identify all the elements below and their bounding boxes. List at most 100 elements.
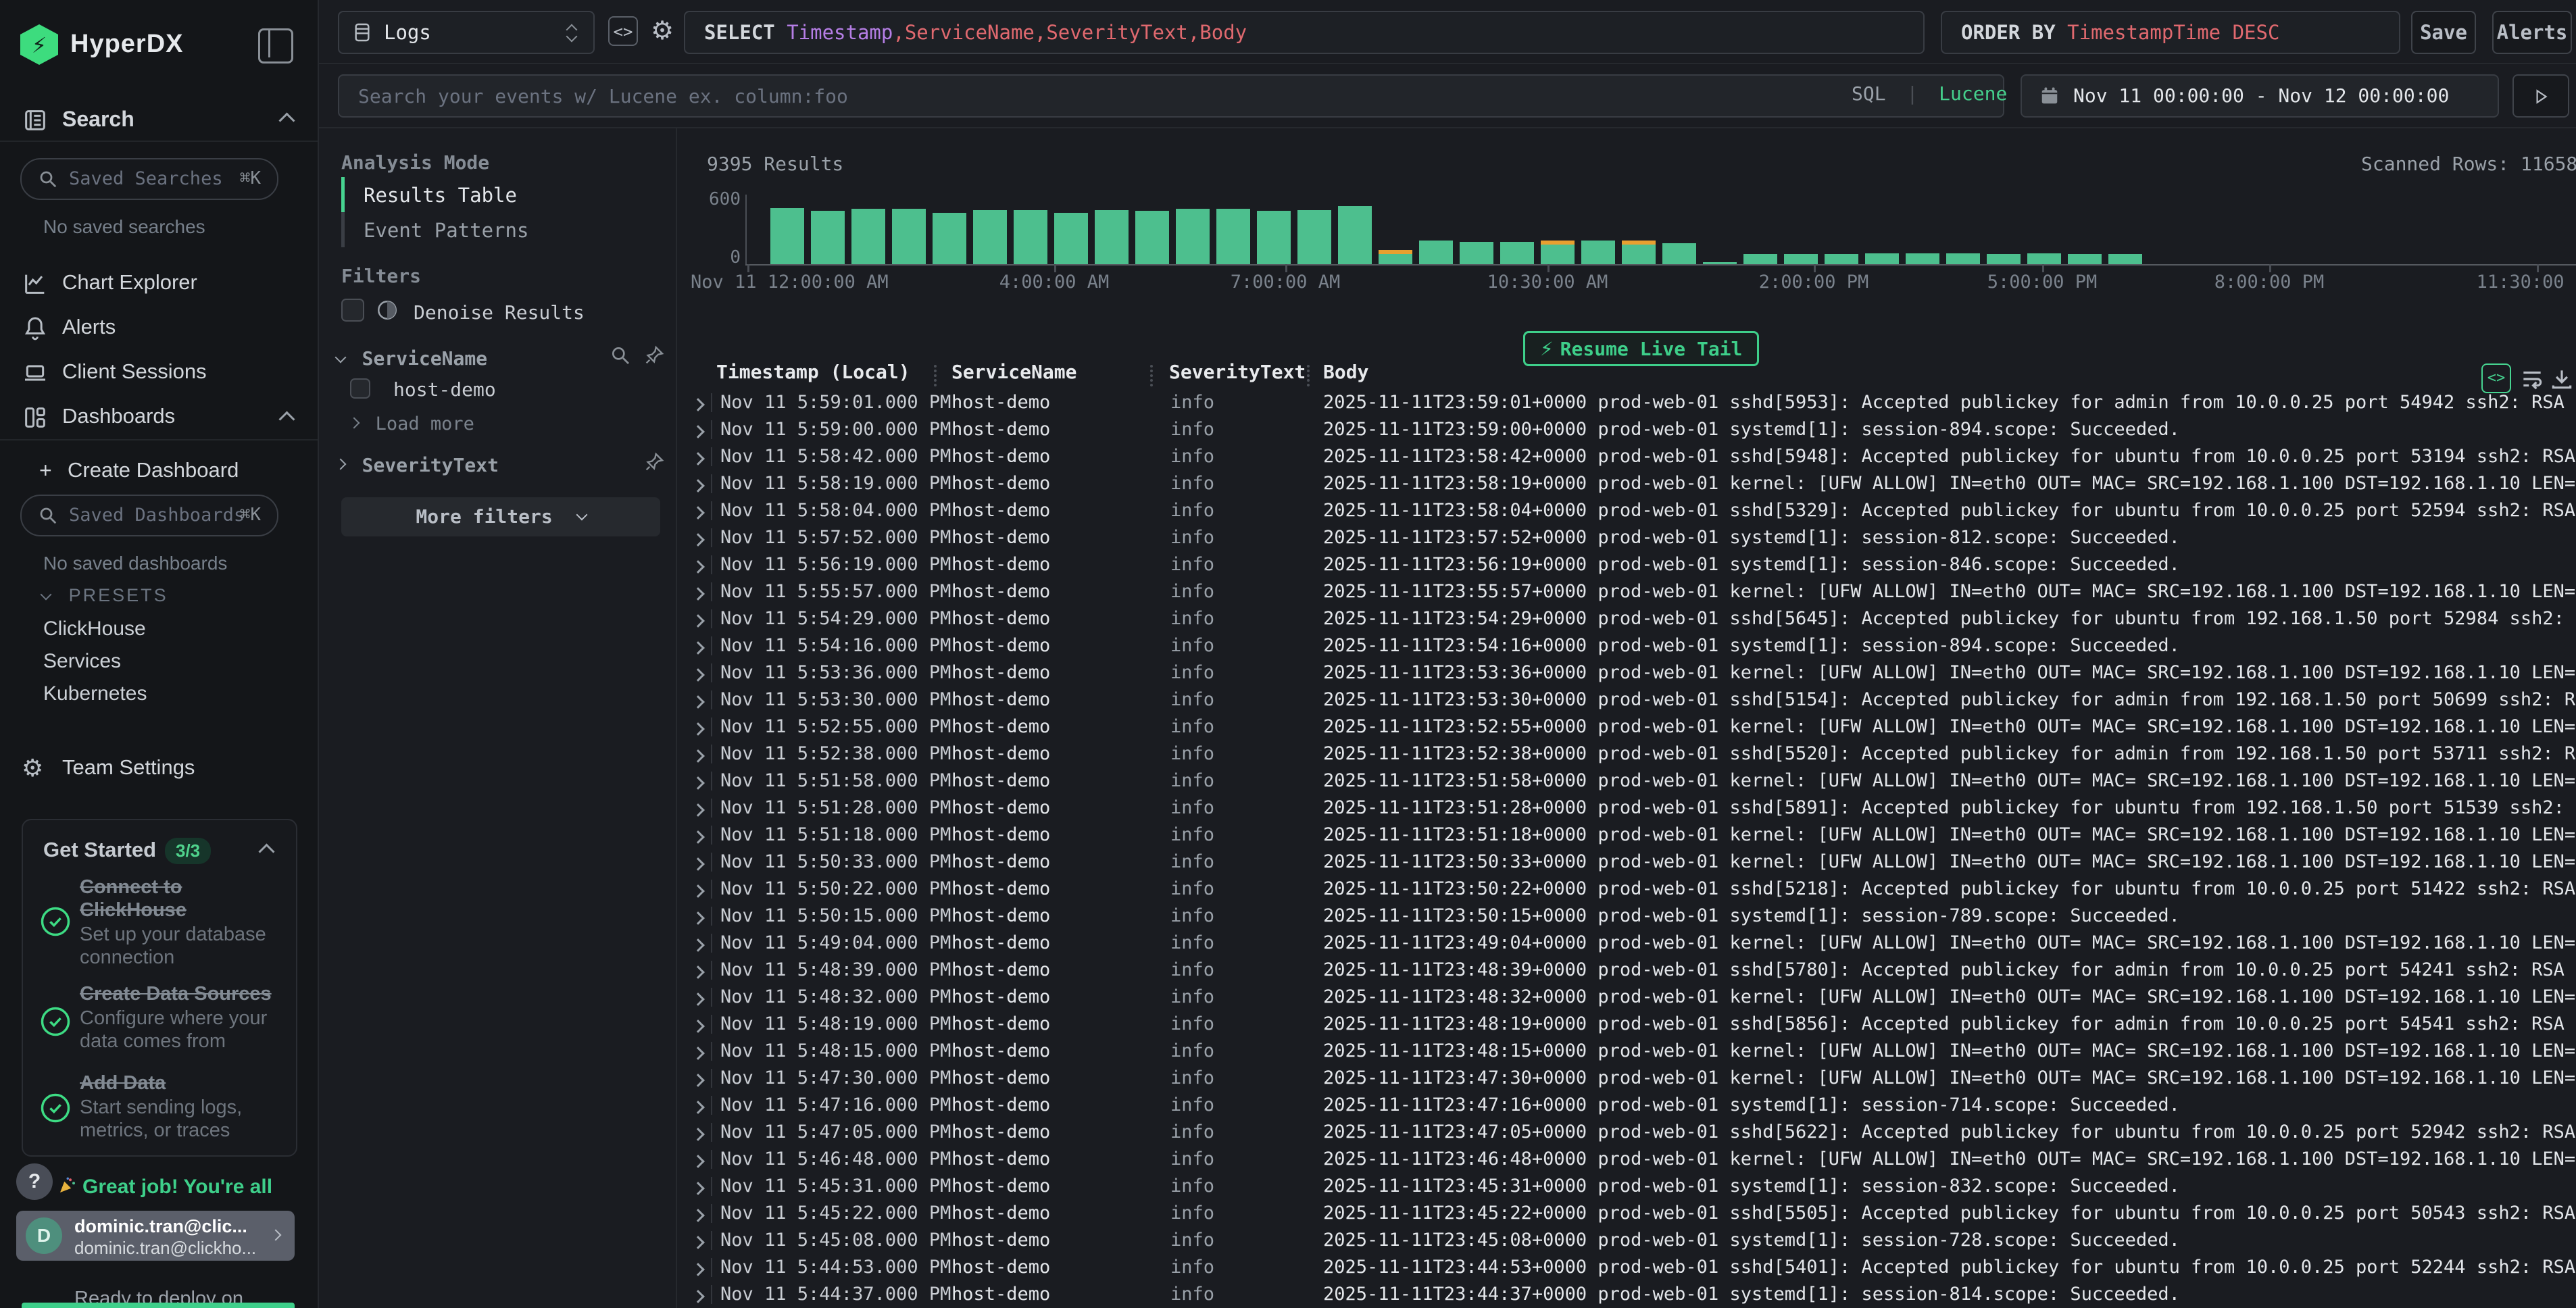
- table-row[interactable]: Nov 11 5:48:15.000 PMhost-demoinfo2025-1…: [677, 1038, 2576, 1065]
- table-row[interactable]: Nov 11 5:48:32.000 PMhost-demoinfo2025-1…: [677, 984, 2576, 1011]
- event-search-input[interactable]: [338, 74, 2004, 118]
- preset-kubernetes[interactable]: Kubernetes: [43, 682, 147, 705]
- histogram-bar: [1784, 254, 1818, 264]
- pin-icon[interactable]: [643, 345, 665, 366]
- table-row[interactable]: Nov 11 5:59:01.000 PMhost-demoinfo2025-1…: [677, 389, 2576, 416]
- table-row[interactable]: Nov 11 5:58:04.000 PMhost-demoinfo2025-1…: [677, 497, 2576, 524]
- table-row[interactable]: Nov 11 5:56:19.000 PMhost-demoinfo2025-1…: [677, 551, 2576, 578]
- presets-toggle[interactable]: PRESETS: [42, 585, 168, 606]
- sidebar-item-client-sessions[interactable]: Client Sessions: [0, 353, 318, 393]
- code-view-icon[interactable]: <>: [608, 16, 638, 46]
- orderby-input[interactable]: ORDER BY TimestampTime DESC: [1941, 11, 2400, 54]
- chevron-up-icon[interactable]: [258, 843, 274, 859]
- table-row[interactable]: Nov 11 5:51:28.000 PMhost-demoinfo2025-1…: [677, 795, 2576, 822]
- save-button[interactable]: Save: [2411, 11, 2476, 54]
- run-query-button[interactable]: [2512, 74, 2569, 118]
- resume-live-tail-button[interactable]: ⚡Resume Live Tail: [1523, 331, 1759, 366]
- table-row[interactable]: Nov 11 5:50:33.000 PMhost-demoinfo2025-1…: [677, 849, 2576, 876]
- sidebar-collapse-icon[interactable]: [258, 28, 293, 64]
- column-header-timestamp[interactable]: Timestamp (Local): [716, 361, 910, 383]
- select-query-input[interactable]: SELECT Timestamp,ServiceName,SeverityTex…: [684, 11, 1925, 54]
- more-filters-button[interactable]: More filters: [341, 497, 660, 536]
- query-language-toggle[interactable]: SQL | Lucene: [1852, 82, 2007, 105]
- table-row[interactable]: Nov 11 5:54:29.000 PMhost-demoinfo2025-1…: [677, 605, 2576, 632]
- row-expand-chevron-icon: [693, 1066, 703, 1093]
- denoise-checkbox[interactable]: [341, 299, 364, 322]
- host-demo-label[interactable]: host-demo: [393, 378, 496, 401]
- severitytext-group-toggle[interactable]: SeverityText: [337, 454, 499, 476]
- pin-icon[interactable]: [643, 451, 665, 473]
- table-row[interactable]: Nov 11 5:53:36.000 PMhost-demoinfo2025-1…: [677, 659, 2576, 686]
- table-row[interactable]: Nov 11 5:51:58.000 PMhost-demoinfo2025-1…: [677, 768, 2576, 795]
- histogram-bar: [770, 208, 804, 264]
- histogram-bar: [1865, 253, 1899, 264]
- user-menu[interactable]: D dominic.tran@clic... dominic.tran@clic…: [16, 1211, 295, 1261]
- deploy-button-edge[interactable]: [22, 1303, 295, 1308]
- table-row[interactable]: Nov 11 5:49:04.000 PMhost-demoinfo2025-1…: [677, 930, 2576, 957]
- settings-gear-icon[interactable]: ⚙: [647, 15, 677, 45]
- table-row[interactable]: Nov 11 5:50:15.000 PMhost-demoinfo2025-1…: [677, 903, 2576, 930]
- saved-dashboards-input[interactable]: Saved Dashboards ⌘K: [20, 495, 278, 536]
- table-row[interactable]: Nov 11 5:58:42.000 PMhost-demoinfo2025-1…: [677, 443, 2576, 470]
- table-row[interactable]: Nov 11 5:46:48.000 PMhost-demoinfo2025-1…: [677, 1146, 2576, 1173]
- table-row[interactable]: Nov 11 5:57:52.000 PMhost-demoinfo2025-1…: [677, 524, 2576, 551]
- table-row[interactable]: Nov 11 5:44:53.000 PMhost-demoinfo2025-1…: [677, 1254, 2576, 1281]
- table-row[interactable]: Nov 11 5:51:18.000 PMhost-demoinfo2025-1…: [677, 822, 2576, 849]
- servicename-group-toggle[interactable]: ServiceName: [337, 347, 487, 370]
- cell-timestamp: Nov 11 5:51:58.000 PM: [720, 768, 951, 795]
- table-row[interactable]: Nov 11 5:47:16.000 PMhost-demoinfo2025-1…: [677, 1092, 2576, 1119]
- table-row[interactable]: Nov 11 5:53:30.000 PMhost-demoinfo2025-1…: [677, 686, 2576, 713]
- load-more-button[interactable]: Load more: [350, 413, 474, 434]
- create-dashboard-button[interactable]: + Create Dashboard: [0, 451, 318, 492]
- get-started-step-title[interactable]: Create Data Sources: [80, 982, 276, 1005]
- get-started-step-title[interactable]: Add Data: [80, 1072, 276, 1095]
- preset-clickhouse[interactable]: ClickHouse: [43, 618, 146, 640]
- lucene-mode-option[interactable]: Lucene: [1939, 82, 2007, 105]
- table-row[interactable]: Nov 11 5:58:19.000 PMhost-demoinfo2025-1…: [677, 470, 2576, 497]
- sidebar-item-dashboards[interactable]: Dashboards: [0, 397, 318, 438]
- table-row[interactable]: Nov 11 5:45:08.000 PMhost-demoinfo2025-1…: [677, 1227, 2576, 1254]
- alerts-button[interactable]: Alerts: [2492, 11, 2572, 54]
- table-row[interactable]: Nov 11 5:55:57.000 PMhost-demoinfo2025-1…: [677, 578, 2576, 605]
- source-select[interactable]: Logs: [338, 11, 595, 54]
- column-header-servicename[interactable]: ServiceName: [951, 361, 1076, 383]
- wrap-lines-icon[interactable]: [2519, 366, 2545, 392]
- mode-results-table[interactable]: Results Table: [364, 184, 517, 207]
- table-row[interactable]: Nov 11 5:47:05.000 PMhost-demoinfo2025-1…: [677, 1119, 2576, 1146]
- table-row[interactable]: Nov 11 5:52:38.000 PMhost-demoinfo2025-1…: [677, 740, 2576, 768]
- help-button[interactable]: ?: [16, 1163, 53, 1200]
- column-header-severitytext[interactable]: SeverityText: [1169, 361, 1306, 383]
- column-header-body[interactable]: Body: [1323, 361, 1368, 383]
- table-row[interactable]: Nov 11 5:48:19.000 PMhost-demoinfo2025-1…: [677, 1011, 2576, 1038]
- host-demo-checkbox[interactable]: [350, 378, 370, 399]
- mode-event-patterns[interactable]: Event Patterns: [364, 219, 528, 242]
- table-row[interactable]: Nov 11 5:45:22.000 PMhost-demoinfo2025-1…: [677, 1200, 2576, 1227]
- cell-body: 2025-11-11T23:47:16+0000 prod-web-01 sys…: [1323, 1092, 2180, 1119]
- sidebar-item-chart-explorer[interactable]: Chart Explorer: [0, 263, 318, 304]
- table-row[interactable]: Nov 11 5:48:39.000 PMhost-demoinfo2025-1…: [677, 957, 2576, 984]
- column-resize-handle[interactable]: [1150, 365, 1153, 386]
- sidebar-item-team-settings[interactable]: ⚙ Team Settings: [0, 749, 318, 789]
- table-row[interactable]: Nov 11 5:54:16.000 PMhost-demoinfo2025-1…: [677, 632, 2576, 659]
- column-resize-handle[interactable]: [1307, 365, 1310, 386]
- denoise-label[interactable]: Denoise Results: [414, 301, 585, 324]
- warning-cap: [1622, 241, 1656, 245]
- table-row[interactable]: Nov 11 5:59:00.000 PMhost-demoinfo2025-1…: [677, 416, 2576, 443]
- table-row[interactable]: Nov 11 5:52:55.000 PMhost-demoinfo2025-1…: [677, 713, 2576, 740]
- date-range-picker[interactable]: Nov 11 00:00:00 - Nov 12 00:00:00: [2021, 74, 2499, 118]
- sql-mode-option[interactable]: SQL: [1852, 82, 1886, 105]
- download-icon[interactable]: [2549, 366, 2575, 392]
- table-row[interactable]: Nov 11 5:44:37.000 PMhost-demoinfo2025-1…: [677, 1281, 2576, 1308]
- get-started-step-title[interactable]: Connect to ClickHouse: [80, 876, 276, 922]
- table-row[interactable]: Nov 11 5:47:30.000 PMhost-demoinfo2025-1…: [677, 1065, 2576, 1092]
- sidebar-item-search[interactable]: Search: [0, 100, 318, 141]
- cell-body: 2025-11-11T23:48:19+0000 prod-web-01 ssh…: [1323, 1011, 2576, 1038]
- table-row[interactable]: Nov 11 5:45:31.000 PMhost-demoinfo2025-1…: [677, 1173, 2576, 1200]
- saved-searches-input[interactable]: Saved Searches ⌘K: [20, 158, 278, 200]
- preset-services[interactable]: Services: [43, 650, 121, 673]
- filter-search-icon[interactable]: [610, 345, 631, 366]
- sidebar-item-alerts[interactable]: Alerts: [0, 308, 318, 349]
- column-resize-handle[interactable]: [934, 365, 937, 386]
- cell-timestamp: Nov 11 5:45:31.000 PM: [720, 1173, 951, 1200]
- table-row[interactable]: Nov 11 5:50:22.000 PMhost-demoinfo2025-1…: [677, 876, 2576, 903]
